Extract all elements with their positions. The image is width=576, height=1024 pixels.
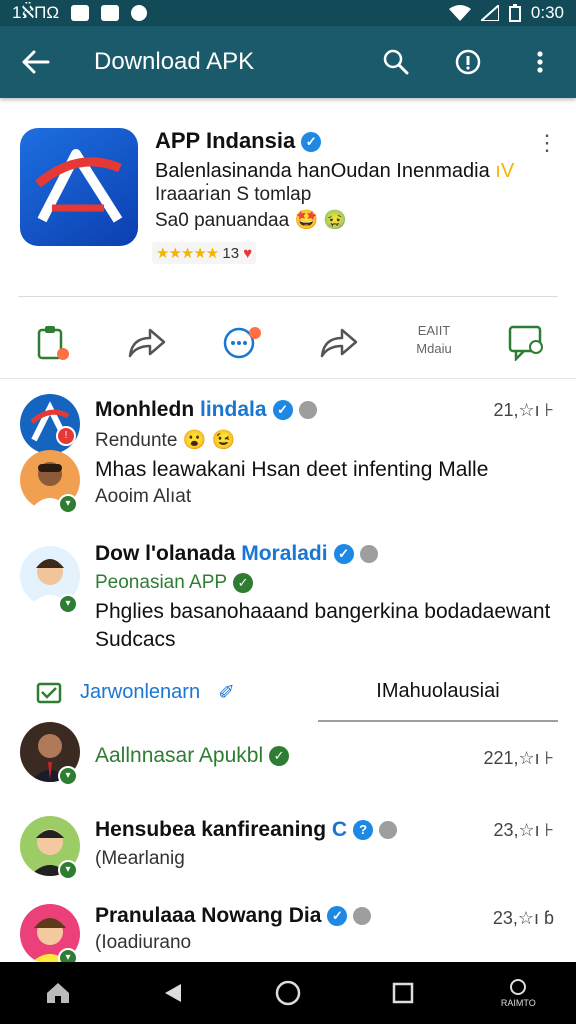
home-circle-icon [275, 980, 301, 1006]
stars-icon: ★★★★★ [156, 245, 219, 262]
overview-nav-button[interactable] [373, 962, 433, 1024]
battery-icon [508, 4, 521, 22]
tag-label: ıV [495, 160, 515, 182]
app-bar-title: Download APK [94, 48, 255, 75]
emoji-icon [379, 821, 398, 840]
search-icon [383, 49, 409, 75]
emoji-icon [353, 907, 372, 926]
calendar-icon [101, 5, 120, 21]
chat-bubble-icon [223, 327, 261, 359]
tab-tag-icon: ✐ [218, 682, 235, 704]
tab-left[interactable]: Jarwonlenarn ✐ [36, 680, 235, 705]
square-icon [392, 982, 414, 1004]
emoji-icon [359, 545, 378, 564]
feed-item-body-continued: Sudcacs [95, 628, 176, 651]
tab-bar: Jarwonlenarn ✐ IMahuolausiai [0, 668, 576, 724]
clipboard-icon [37, 326, 69, 360]
message-icon [508, 325, 543, 361]
forward-button[interactable] [314, 318, 364, 368]
more-options-button[interactable]: ⋮ [536, 130, 558, 156]
wifi-icon [448, 5, 471, 21]
emoji-icon [298, 401, 317, 420]
status-left-text: 1ℵ̈ΠΩ [12, 3, 60, 22]
feedback-button[interactable] [502, 318, 552, 368]
status-bar: 1ℵ̈ΠΩ 0:30 [0, 0, 576, 26]
verified-icon: ✓ [269, 746, 290, 767]
info-icon [455, 49, 481, 75]
feed-item-body: Mhas leawakani Hsan deet infenting Malle [95, 458, 489, 481]
back-button[interactable] [0, 26, 72, 98]
verified-icon: ✓ [233, 572, 254, 593]
feed-item-body: Phglies basanohaaand bangerkina bodadaew… [95, 600, 551, 623]
feed-item-name[interactable]: Aallnnasar Apukbl ✓ [95, 744, 290, 768]
status-badge: ▾ [58, 494, 78, 514]
tab-indicator [318, 720, 558, 722]
check-mail-icon [36, 682, 62, 703]
feed-item-name[interactable]: Monhledn lindala ✓ [95, 398, 317, 422]
emoji-icon: 🤩 🤢 [294, 210, 348, 231]
search-button[interactable] [360, 26, 432, 98]
feed-item-subtitle: Peonasian APP ✓ [95, 572, 254, 594]
tab-left-label: Jarwonlenarn [80, 681, 201, 703]
feed-item-name[interactable]: Pranulaaa Nowang Dia ✓ [95, 904, 372, 928]
home-nav-button[interactable] [28, 962, 88, 1024]
forward-icon [320, 328, 358, 358]
signal-icon [480, 5, 499, 21]
feed-item-time: 23,☆ı ⊦ [493, 820, 554, 840]
app-logo-icon[interactable] [20, 128, 138, 246]
home-circle-button[interactable] [258, 962, 318, 1024]
overflow-menu-button[interactable] [504, 26, 576, 98]
share-icon [128, 328, 166, 358]
verified-icon: ✓ [301, 132, 322, 153]
app-description: Balenlasinanda hanOudan Inenmadia ıV [155, 160, 515, 182]
status-badge: ! [56, 426, 76, 446]
system-nav-bar: RAIMTO [0, 962, 576, 1024]
back-triangle-icon [164, 984, 181, 1002]
thumbs-up-icon: ♥ [243, 245, 253, 262]
rating-badge: ★★★★★ 13 ♥ [152, 242, 257, 264]
feed-item-time: 221,☆ı ⊦ [483, 748, 554, 768]
feed-item-subtitle: (Ioadiurano [95, 932, 192, 953]
feed-item-name[interactable]: Hensubea kanfireaning C? [95, 818, 398, 842]
status-badge: ▾ [58, 766, 78, 786]
info-button[interactable] [432, 26, 504, 98]
notification-icon [131, 5, 148, 21]
ring-icon [510, 979, 527, 995]
tab-right[interactable]: IMahuolausiai [318, 680, 558, 703]
app-meta: Sa0 panuandaa 🤩 🤢 [155, 210, 348, 231]
install-button[interactable] [28, 318, 78, 368]
app-name: APP Indansia ✓ [155, 128, 322, 154]
divider [18, 296, 558, 297]
action-row: EAIIT Mdaiu [0, 308, 576, 378]
feed-item-subtitle: (Mearlanig [95, 848, 185, 869]
status-badge: ▾ [58, 594, 78, 614]
comment-button[interactable] [218, 318, 268, 368]
avatar[interactable] [20, 394, 80, 454]
camera-icon [71, 5, 90, 21]
status-badge: ▾ [58, 860, 78, 880]
feed-item-time: 21,☆ı ⊦ [493, 400, 554, 420]
feed-item-name[interactable]: Dow l'olanada Moraladi ✓ [95, 542, 378, 566]
arrow-back-icon [22, 50, 50, 74]
app-header-card: APP Indansia ✓ Balenlasinanda hanOudan In… [0, 110, 576, 296]
recent-nav-label: RAIMTO [500, 998, 536, 1008]
feed-item-time: 23,☆ı ɓ [492, 908, 554, 928]
verified-icon: ✓ [327, 906, 348, 927]
back-nav-button[interactable] [143, 962, 203, 1024]
feed-item-subtitle: Rendunte 😮 😉 [95, 430, 236, 451]
verified-icon: ✓ [333, 544, 354, 565]
divider [0, 378, 576, 379]
more-vert-icon [537, 51, 543, 73]
status-time: 0:30 [530, 3, 564, 22]
edit-media-button[interactable]: EAIIT Mdaiu [400, 322, 468, 358]
app-subtitle: Iraaarı̇an S tomlap [155, 184, 312, 205]
app-bar: Download APK [0, 26, 576, 98]
feed-item-subtitle: Aooim Alıat [95, 486, 192, 507]
verified-icon: ? [353, 820, 374, 841]
emoji-icon: 😮 😉 [182, 430, 236, 451]
verified-icon: ✓ [272, 400, 293, 421]
home-icon [46, 983, 69, 1003]
recent-nav-button[interactable]: RAIMTO [488, 962, 548, 1024]
share-button[interactable] [122, 318, 172, 368]
